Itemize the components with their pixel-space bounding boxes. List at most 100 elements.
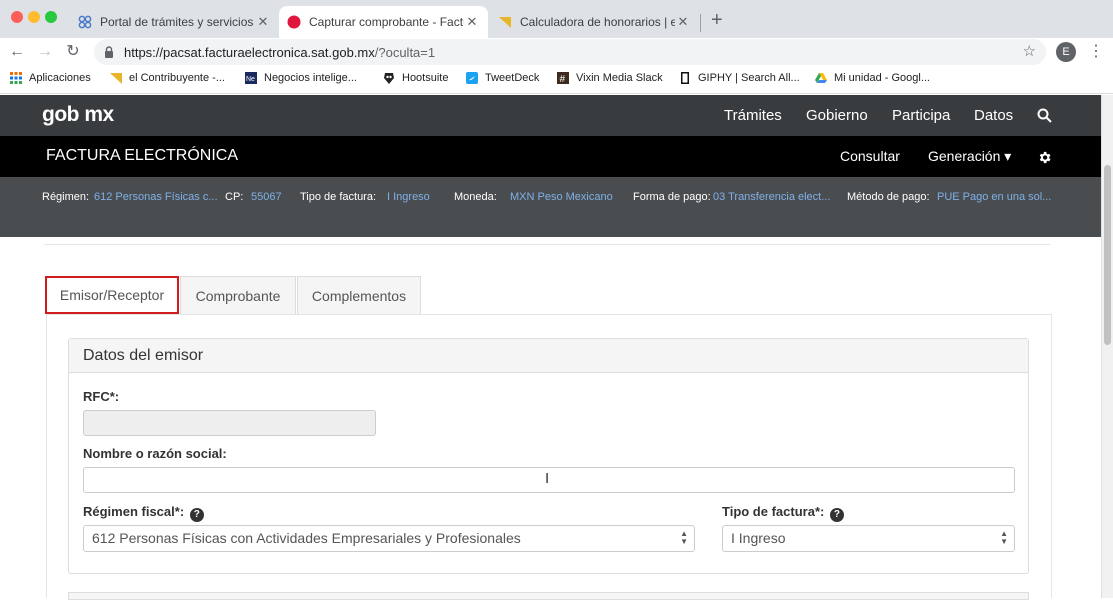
rfc-label: RFC*:: [83, 389, 120, 404]
tab-title: Portal de trámites y servicios -: [100, 15, 255, 29]
gear-icon[interactable]: [1037, 150, 1052, 165]
bookmark-label: Mi unidad - Googl...: [834, 72, 930, 84]
close-tab-icon[interactable]: ✕: [675, 14, 691, 30]
browser-tab-strip: Portal de trámites y servicios - ✕ Captu…: [0, 0, 1113, 38]
tipo-factura-value: I Ingreso: [731, 530, 786, 546]
forma-pago-label: Forma de pago:: [633, 191, 711, 203]
browser-tab-capturar[interactable]: Capturar comprobante - Factura ✕: [279, 6, 488, 38]
tab-comprobante[interactable]: Comprobante: [180, 276, 296, 314]
close-window-button[interactable]: [11, 11, 23, 23]
tipo-factura-label-text: Tipo de factura*:: [722, 504, 825, 519]
cp-value-link[interactable]: 55067: [251, 191, 282, 203]
panel-heading: Datos del emisor: [69, 339, 1028, 373]
tipo-factura-select[interactable]: I Ingreso ▲ ▼: [722, 525, 1015, 552]
nombre-label: Nombre o razón social:: [83, 446, 227, 461]
yellow-flag-icon: [499, 17, 511, 28]
drive-icon: [815, 73, 827, 83]
menu-dots-icon[interactable]: ⋮: [1088, 42, 1104, 62]
metodo-pago-label: Método de pago:: [847, 191, 930, 203]
search-icon[interactable]: [1037, 108, 1052, 123]
bookmark-negocios[interactable]: Ne Negocios intelige...: [245, 72, 357, 84]
new-tab-button[interactable]: +: [711, 9, 723, 32]
yellow-flag-icon: [110, 73, 122, 84]
tipo-value-link[interactable]: I Ingreso: [387, 191, 430, 203]
help-icon[interactable]: ?: [829, 508, 844, 522]
url-path: /?oculta=1: [374, 45, 436, 60]
bookmark-drive[interactable]: Mi unidad - Googl...: [815, 72, 930, 84]
red-dot-icon: [287, 15, 301, 29]
bookmark-label: el Contribuyente -...: [129, 72, 225, 84]
bookmark-label: Aplicaciones: [29, 72, 91, 84]
scrollbar-thumb[interactable]: [1104, 165, 1111, 345]
nav-datos[interactable]: Datos: [974, 107, 1013, 124]
address-bar[interactable]: https://pacsat.facturaelectronica.sat.go…: [94, 39, 1046, 65]
bookmark-label: Negocios intelige...: [264, 72, 357, 84]
tweetdeck-icon: [466, 72, 478, 84]
metodo-pago-value-link[interactable]: PUE Pago en una sol...: [937, 191, 1051, 203]
panel-title: Datos del emisor: [83, 347, 204, 364]
factura-brand[interactable]: FACTURA ELECTRÓNICA: [46, 147, 238, 165]
url-text: https://pacsat.facturaelectronica.sat.go…: [124, 45, 435, 60]
nav-consultar[interactable]: Consultar: [840, 148, 900, 164]
bookmark-aplicaciones[interactable]: Aplicaciones: [10, 72, 91, 84]
bookmark-slack[interactable]: # Vixin Media Slack: [557, 72, 663, 84]
factura-header: FACTURA ELECTRÓNICA Consultar Generación…: [0, 136, 1101, 177]
bookmarks-bar: Aplicaciones el Contribuyente -... Ne Ne…: [0, 66, 1113, 94]
regimen-value-link[interactable]: 612 Personas Físicas c...: [94, 191, 218, 203]
regimen-fiscal-label-text: Régimen fiscal*:: [83, 504, 185, 519]
help-icon[interactable]: ?: [189, 508, 204, 522]
giphy-icon: [681, 72, 689, 84]
page-scrollbar[interactable]: [1101, 95, 1113, 598]
bookmark-giphy[interactable]: GIPHY | Search All...: [679, 72, 800, 84]
divider: [44, 244, 1050, 245]
minimize-window-button[interactable]: [28, 11, 40, 23]
tab-emisor-receptor[interactable]: Emisor/Receptor: [45, 276, 179, 314]
nav-gobierno[interactable]: Gobierno: [806, 107, 868, 124]
reload-button[interactable]: ↻: [62, 41, 84, 63]
bookmark-star-icon[interactable]: ☆: [1023, 42, 1036, 60]
nav-participa[interactable]: Participa: [892, 107, 950, 124]
browser-tab-calculadora[interactable]: Calculadora de honorarios | el ✕: [492, 6, 697, 38]
tab-title: Calculadora de honorarios | el: [520, 15, 675, 29]
forma-pago-value-link[interactable]: 03 Transferencia elect...: [713, 191, 830, 203]
regimen-fiscal-select[interactable]: 612 Personas Físicas con Actividades Emp…: [83, 525, 695, 552]
svg-text:#: #: [560, 74, 566, 84]
lock-icon: [105, 46, 113, 58]
regimen-fiscal-label: Régimen fiscal*: ?: [83, 504, 204, 522]
owl-icon: [384, 73, 394, 84]
cp-label: CP:: [225, 191, 244, 203]
close-tab-icon[interactable]: ✕: [464, 14, 480, 30]
bookmark-tweetdeck[interactable]: TweetDeck: [466, 72, 539, 84]
nav-generacion-dropdown[interactable]: Generación ▾: [928, 148, 1011, 165]
select-arrows-icon: ▲ ▼: [680, 529, 688, 546]
forward-button[interactable]: →: [34, 41, 56, 63]
browser-tab-portal[interactable]: Portal de trámites y servicios - ✕: [72, 6, 277, 38]
bookmark-label: TweetDeck: [485, 72, 540, 84]
tab-complementos[interactable]: Complementos: [297, 276, 421, 314]
rfc-input[interactable]: [83, 410, 376, 436]
nav-tramites[interactable]: Trámites: [724, 107, 782, 124]
tipo-label: Tipo de factura:: [300, 191, 377, 203]
bookmark-label: Vixin Media Slack: [576, 72, 663, 84]
back-button[interactable]: ←: [6, 41, 28, 63]
hash-icon: #: [557, 72, 569, 84]
bookmark-label: Hootsuite: [402, 72, 449, 84]
next-panel-edge: [68, 592, 1029, 600]
select-arrows-icon: ▲ ▼: [1000, 529, 1008, 546]
emisor-panel: Datos del emisor RFC*: Nombre o razón so…: [68, 338, 1029, 574]
tipo-factura-label: Tipo de factura*: ?: [722, 504, 844, 522]
browser-toolbar: ← → ↻ https://pacsat.facturaelectronica.…: [0, 38, 1113, 66]
moneda-value-link[interactable]: MXN Peso Mexicano: [510, 191, 613, 203]
tab-title: Capturar comprobante - Factura: [309, 15, 464, 29]
gob-header: gob mx Trámites Gobierno Participa Datos: [0, 95, 1101, 136]
profile-avatar[interactable]: E: [1056, 42, 1076, 62]
maximize-window-button[interactable]: [45, 11, 57, 23]
gear-cluster-icon: [78, 15, 92, 29]
apps-grid-icon: [10, 72, 22, 84]
bookmark-label: GIPHY | Search All...: [698, 72, 800, 84]
bookmark-contribuyente[interactable]: el Contribuyente -...: [110, 72, 225, 84]
close-tab-icon[interactable]: ✕: [255, 14, 271, 30]
regimen-label: Régimen:: [42, 191, 90, 203]
bookmark-hootsuite[interactable]: Hootsuite: [383, 72, 448, 84]
gob-logo[interactable]: gob mx: [42, 103, 114, 127]
